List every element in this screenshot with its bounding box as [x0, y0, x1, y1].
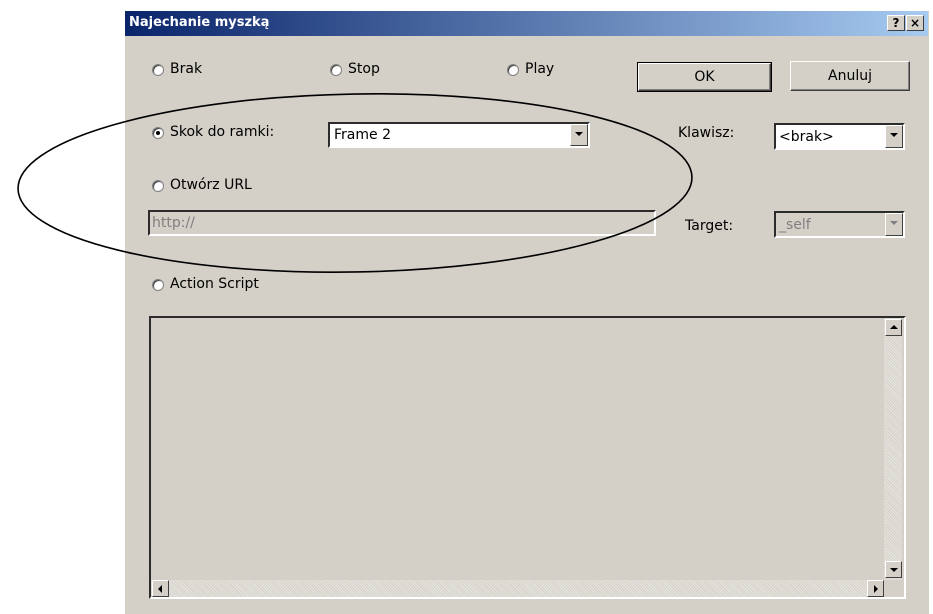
annotation-ellipse-shape [17, 93, 693, 273]
annotation-ellipse [17, 93, 693, 273]
